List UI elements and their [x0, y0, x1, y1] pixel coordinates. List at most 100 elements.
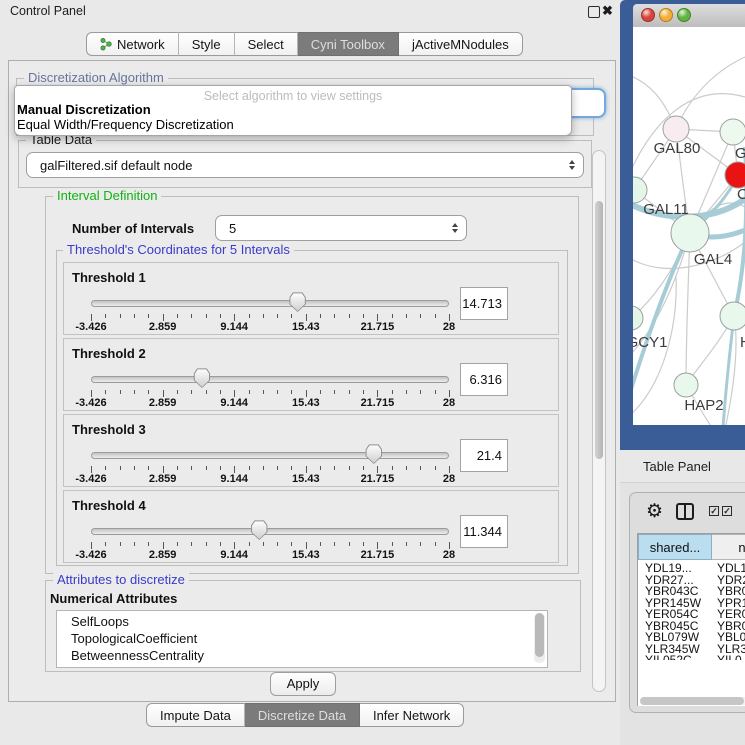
tab-select[interactable]: Select: [235, 32, 298, 56]
column-header-shared[interactable]: shared...: [638, 534, 712, 560]
zoom-traffic-light-icon[interactable]: [677, 8, 691, 22]
node-h-partial[interactable]: [720, 302, 745, 330]
table-row[interactable]: YDL19...YDL1: [638, 561, 745, 573]
tab-infer-network[interactable]: Infer Network: [360, 703, 464, 727]
slider-tick-label: 28: [443, 473, 455, 485]
scrollbar-thumb[interactable]: [595, 201, 603, 459]
tab-network[interactable]: Network: [86, 32, 179, 56]
threshold-slider-track[interactable]: [91, 300, 449, 307]
table-row[interactable]: YBR045CYBR0: [638, 619, 745, 631]
scrollbar-thumb[interactable]: [640, 697, 744, 705]
checkbox-icon[interactable]: ✓: [722, 506, 732, 516]
apply-button[interactable]: Apply: [270, 672, 336, 696]
slider-tick-label: 2.859: [149, 473, 177, 485]
slider-tick-label: 15.43: [292, 549, 320, 561]
network-view-window[interactable]: GAL80 GA C GAL11 GAL4 GCY1 H HAP2: [620, 0, 745, 450]
threshold-label: Threshold 2: [72, 346, 146, 361]
node-hap2[interactable]: [674, 373, 698, 397]
list-item-selfloops[interactable]: SelfLoops: [71, 614, 129, 629]
slider-tick-label: 21.715: [361, 397, 395, 409]
slider-tick-label: 9.144: [220, 473, 248, 485]
tab-style[interactable]: Style: [179, 32, 235, 56]
node-label: GAL80: [654, 140, 701, 157]
table-row[interactable]: YER054CYER0: [638, 607, 745, 619]
node-label: HAP2: [684, 397, 723, 414]
tab-cyni-toolbox[interactable]: Cyni Toolbox: [298, 32, 399, 56]
tab-jactivemnodules[interactable]: jActiveMNodules: [399, 32, 523, 56]
slider-tick-label: -3.426: [75, 321, 106, 333]
table-panel-titlebar: Table Panel: [620, 450, 745, 483]
threshold-box: Threshold 3-3.4262.8599.14415.4321.71528…: [63, 414, 559, 487]
table-row[interactable]: YPR145WYPR1: [638, 596, 745, 608]
bottom-tab-bar: Impute Data Discretize Data Infer Networ…: [146, 703, 464, 727]
slider-tick-label: 21.715: [361, 549, 395, 561]
network-canvas[interactable]: GAL80 GA C GAL11 GAL4 GCY1 H HAP2: [633, 27, 745, 425]
threshold-slider-thumb[interactable]: [365, 444, 382, 464]
tab-label: Discretize Data: [258, 708, 346, 723]
slider-tick-label: 15.43: [292, 321, 320, 333]
node-label: GA: [735, 145, 745, 162]
threshold-value-field[interactable]: 6.316: [460, 363, 508, 396]
threshold-slider-track[interactable]: [91, 376, 449, 383]
popup-item-manual-discretization[interactable]: Manual Discretization: [17, 102, 151, 117]
tab-impute-data[interactable]: Impute Data: [146, 703, 245, 727]
network-window-titlebar[interactable]: [633, 4, 745, 28]
panel-vertical-scrollbar[interactable]: [592, 150, 606, 692]
control-panel-titlebar: Control Panel: [0, 0, 618, 22]
threshold-slider-track[interactable]: [91, 528, 449, 535]
tab-discretize-data[interactable]: Discretize Data: [245, 703, 360, 727]
tab-label: Impute Data: [160, 708, 231, 723]
popup-item-equal-width-frequency[interactable]: Equal Width/Frequency Discretization: [17, 117, 234, 132]
threshold-value-field[interactable]: 11.344: [460, 515, 508, 548]
tab-label: Cyni Toolbox: [311, 37, 385, 52]
threshold-slider-track[interactable]: [91, 452, 449, 459]
cell-name: YIL0: [717, 653, 742, 660]
threshold-slider-thumb[interactable]: [251, 520, 268, 540]
node-gcy1[interactable]: [633, 306, 643, 330]
table-row[interactable]: YIL052CYIL0: [638, 653, 745, 660]
table-row[interactable]: YLR345WYLR3: [638, 642, 745, 654]
column-header-name[interactable]: n: [712, 534, 745, 560]
threshold-box: Threshold 2-3.4262.8599.14415.4321.71528…: [63, 338, 559, 411]
panel-title: Control Panel: [10, 4, 86, 18]
slider-tick-label: 9.144: [220, 321, 248, 333]
threshold-value-field[interactable]: 14.713: [460, 287, 508, 320]
node-red-selected[interactable]: [725, 162, 745, 188]
discretization-algorithm-group-label: Discretization Algorithm: [24, 71, 168, 85]
table-row[interactable]: YBR043CYBR0: [638, 584, 745, 596]
node-gal-partial[interactable]: [720, 119, 745, 145]
list-item-topologicalcoefficient[interactable]: TopologicalCoefficient: [71, 631, 197, 646]
algorithm-dropdown-popup: Select algorithm to view settings Manual…: [14, 85, 572, 136]
number-of-intervals-value: 5: [229, 221, 452, 236]
close-traffic-light-icon[interactable]: [641, 8, 655, 22]
network-icon: [100, 37, 112, 51]
close-panel-icon[interactable]: ✖: [602, 6, 613, 16]
minimize-traffic-light-icon[interactable]: [659, 8, 673, 22]
node-label: GAL4: [694, 251, 732, 268]
node-gal4[interactable]: [671, 214, 709, 252]
table-row[interactable]: YDR27...YDR2: [638, 573, 745, 585]
threshold-value-field[interactable]: 21.4: [460, 439, 508, 472]
slider-tick-label: 9.144: [220, 549, 248, 561]
table-row[interactable]: YBL079WYBL0: [638, 630, 745, 642]
slider-tick-label: 9.144: [220, 397, 248, 409]
float-window-icon[interactable]: [588, 6, 600, 18]
checkbox-icon[interactable]: ✓: [709, 506, 719, 516]
popup-hint: Select algorithm to view settings: [15, 89, 571, 103]
slider-tick-label: 2.859: [149, 397, 177, 409]
list-item-betweennesscentrality[interactable]: BetweennessCentrality: [71, 648, 204, 663]
split-columns-icon[interactable]: [676, 503, 694, 520]
slider-ticks: [91, 541, 450, 549]
number-of-intervals-label: Number of Intervals: [72, 221, 194, 236]
threshold-slider-thumb[interactable]: [289, 292, 306, 312]
combobox-stepper-icon: [569, 160, 575, 170]
number-of-intervals-combobox[interactable]: 5: [215, 215, 467, 241]
interval-definition-group-label: Interval Definition: [53, 189, 161, 203]
table-data-combobox-value: galFiltered.sif default node: [40, 158, 569, 173]
table-horizontal-scrollbar[interactable]: [640, 697, 745, 705]
threshold-slider-thumb[interactable]: [193, 368, 210, 388]
node-gal80[interactable]: [663, 116, 689, 142]
table-data-combobox[interactable]: galFiltered.sif default node: [26, 152, 584, 178]
gear-icon[interactable]: ⚙: [646, 502, 663, 521]
attributes-list-scrollbar[interactable]: [534, 613, 545, 663]
